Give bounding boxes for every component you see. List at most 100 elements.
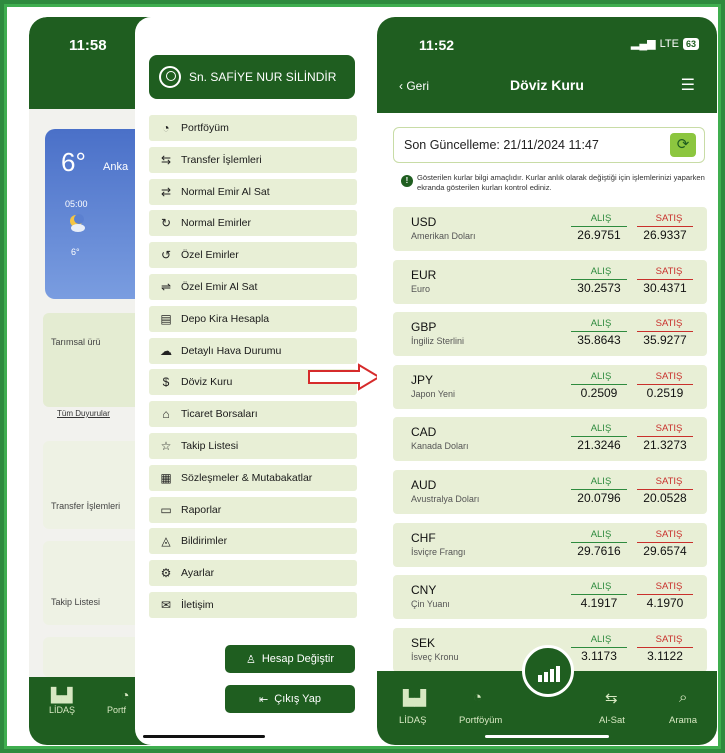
currency-code: CHF xyxy=(411,530,436,545)
portfolio-icon[interactable]: ◔ xyxy=(121,687,129,703)
menu-item-notifications[interactable]: ◬ Bildirimler xyxy=(149,528,357,555)
announcement-card[interactable]: Tarımsal ürü xyxy=(43,313,147,407)
menu-item-contact[interactable]: ✉ İletişim xyxy=(149,591,357,618)
sell-label: SATIŞ xyxy=(655,370,683,382)
logout-label: Çıkış Yap xyxy=(274,693,321,705)
bell-icon: ◬ xyxy=(161,534,171,549)
hamburger-menu-icon[interactable]: ☰ xyxy=(681,75,695,95)
menu-item-transfer[interactable]: ⇆ Transfer İşlemleri xyxy=(149,146,357,173)
mail-icon: ✉ xyxy=(160,597,172,612)
currency-row-cad[interactable]: CAD Kanada Doları ALIŞ SATIŞ 21.3246 21.… xyxy=(393,417,707,462)
menu-item-label: Takip Listesi xyxy=(181,439,239,452)
user-name: Sn. SAFİYE NUR SİLİNDİR xyxy=(189,70,337,84)
battery-icon: 63 xyxy=(682,37,699,50)
buy-value: 30.2573 xyxy=(571,278,627,295)
currency-row-aud[interactable]: AUD Avustralya Doları ALIŞ SATIŞ 20.0796… xyxy=(393,469,707,514)
menu-item-special-orders[interactable]: ↺ Özel Emirler xyxy=(149,242,357,269)
menu-item-special-order-trade[interactable]: ⇌ Özel Emir Al Sat xyxy=(149,273,357,300)
menu-item-label: Raporlar xyxy=(181,503,222,516)
contract-icon: ▦ xyxy=(160,470,172,485)
home-icon[interactable]: ▙▟ xyxy=(51,687,73,704)
logout-button[interactable]: ⇤ Çıkış Yap xyxy=(225,685,355,713)
chart-bars-icon xyxy=(538,666,560,682)
screenshot-frame: 11:58 6° Anka 05:00 6° Tarımsal ürü Tüm … xyxy=(4,4,721,749)
moon-cloud-icon xyxy=(70,214,85,232)
swap-arrows-icon[interactable]: ⇆ xyxy=(605,689,618,707)
menu-item-label: Depo Kira Hesapla xyxy=(181,312,270,325)
home-icon[interactable]: ▙▟ xyxy=(403,689,426,707)
last-update-bar: Son Güncelleme: 21/11/2024 11:47 ⟳ xyxy=(393,127,705,163)
tab-portfolio[interactable]: Portföyüm xyxy=(459,715,502,726)
menu-item-label: Normal Emirler xyxy=(181,217,252,230)
calculator-icon: ▤ xyxy=(160,311,172,326)
weather-city: Anka xyxy=(103,161,129,173)
sell-value: 26.9337 xyxy=(637,226,693,242)
menu-item-contracts[interactable]: ▦ Sözleşmeler & Mutabakatlar xyxy=(149,464,357,491)
currency-icon: $ xyxy=(162,375,170,390)
menu-item-storage-rent[interactable]: ▤ Depo Kira Hesapla xyxy=(149,305,357,332)
transfer-card[interactable]: Transfer İşlemleri xyxy=(43,441,147,529)
currency-name: Euro xyxy=(411,283,431,294)
menu-item-weather[interactable]: ☁ Detaylı Hava Durumu xyxy=(149,337,357,364)
search-icon[interactable]: ⌕ xyxy=(679,689,687,706)
buy-label: ALIŞ xyxy=(590,318,612,330)
buy-value: 29.7616 xyxy=(571,541,627,558)
center-action-button[interactable] xyxy=(522,645,574,697)
currency-row-cny[interactable]: CNY Çin Yuanı ALIŞ SATIŞ 4.1917 4.1970 xyxy=(393,575,707,620)
weather-card[interactable]: 6° Anka 05:00 6° xyxy=(45,129,145,299)
buy-label: ALIŞ xyxy=(590,213,612,224)
tab-search[interactable]: Arama xyxy=(669,715,697,726)
home-indicator xyxy=(485,735,609,738)
menu-item-exchanges[interactable]: ⌂ Ticaret Borsaları xyxy=(149,401,357,428)
extra-card[interactable] xyxy=(43,637,147,677)
card-text: Takip Listesi xyxy=(51,597,101,607)
portfolio-icon[interactable]: ◔ xyxy=(473,689,482,706)
menu-item-reports[interactable]: ▭ Raporlar xyxy=(149,496,357,523)
card-text: Tarımsal ürü xyxy=(51,337,101,347)
refresh-icon[interactable]: ⟳ xyxy=(670,133,696,157)
currency-name: İsviçre Frangı xyxy=(411,546,466,557)
all-announcements-link[interactable]: Tüm Duyurular xyxy=(57,409,110,418)
switch-account-label: Hesap Değiştir xyxy=(261,653,334,665)
status-bar-right: ▂▄▆ LTE 63 xyxy=(631,37,699,50)
buy-label: ALIŞ xyxy=(590,581,612,593)
menu-item-normal-orders[interactable]: ↻ Normal Emirler xyxy=(149,210,357,237)
status-time: 11:58 xyxy=(69,37,107,54)
report-icon: ▭ xyxy=(160,502,172,517)
sell-value: 35.9277 xyxy=(637,331,693,347)
watchlist-card[interactable]: Takip Listesi xyxy=(43,541,147,625)
back-button[interactable]: ‹ Geri xyxy=(399,79,429,93)
user-profile-button[interactable]: Sn. SAFİYE NUR SİLİNDİR xyxy=(149,55,355,99)
menu-item-label: İletişim xyxy=(181,598,214,611)
currency-row-eur[interactable]: EUR Euro ALIŞ SATIŞ 30.2573 30.4371 xyxy=(393,259,707,304)
signal-icon: ▂▄▆ xyxy=(630,38,656,50)
buy-label: ALIŞ xyxy=(590,370,612,382)
sell-label: SATIŞ xyxy=(655,265,683,277)
tab-lidas[interactable]: LİDAŞ xyxy=(399,715,426,726)
menu-item-label: Bildirimler xyxy=(181,535,228,548)
currency-row-gbp[interactable]: GBP İngiliz Sterlini ALIŞ SATIŞ 35.8643 … xyxy=(393,312,707,357)
buy-label: ALIŞ xyxy=(590,423,612,435)
tab-trade[interactable]: Al-Sat xyxy=(599,715,625,726)
exchange-icon: ⇌ xyxy=(160,279,172,294)
currency-list: USD Amerikan Doları ALIŞ SATIŞ 26.9751 2… xyxy=(393,207,707,680)
currency-row-chf[interactable]: CHF İsviçre Frangı ALIŞ SATIŞ 29.7616 29… xyxy=(393,522,707,567)
tab-portfolio[interactable]: Portf xyxy=(107,705,126,715)
sell-value: 29.6574 xyxy=(637,541,693,558)
tab-lidas[interactable]: LİDAŞ xyxy=(49,705,75,715)
sell-value: 30.4371 xyxy=(637,278,693,295)
currency-row-jpy[interactable]: JPY Japon Yeni ALIŞ SATIŞ 0.2509 0.2519 xyxy=(393,364,707,409)
currency-name: İsveç Kronu xyxy=(411,651,459,662)
weather-low: 6° xyxy=(71,247,80,257)
menu-item-portfolio[interactable]: ◔ Portföyüm xyxy=(149,115,357,141)
menu-item-watchlist[interactable]: ☆ Takip Listesi xyxy=(149,432,357,459)
switch-account-button[interactable]: ♙ Hesap Değiştir xyxy=(225,645,355,673)
currency-code: USD xyxy=(411,215,437,229)
cloud-icon: ☁ xyxy=(160,343,172,358)
currency-name: Çin Yuanı xyxy=(411,599,450,610)
currency-row-usd[interactable]: USD Amerikan Doları ALIŞ SATIŞ 26.9751 2… xyxy=(393,207,707,251)
currency-code: AUD xyxy=(411,477,437,492)
menu-item-settings[interactable]: ⚙ Ayarlar xyxy=(149,560,357,587)
menu-item-normal-order-trade[interactable]: ⇄ Normal Emir Al Sat xyxy=(149,178,357,205)
status-time: 11:52 xyxy=(419,37,455,53)
